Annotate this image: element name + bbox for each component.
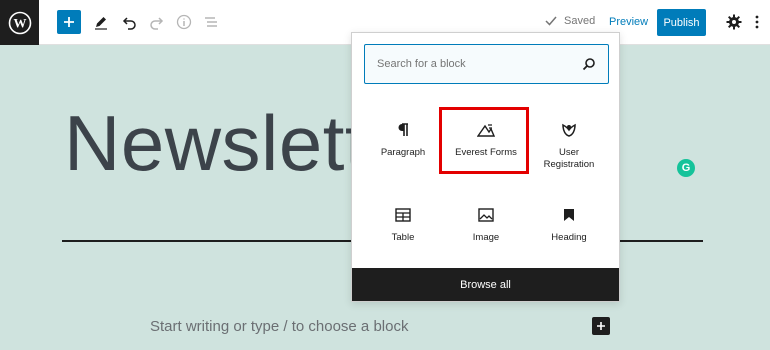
list-view-icon[interactable] [199,10,223,34]
block-table[interactable]: Table [360,198,446,260]
settings-gear-icon[interactable] [722,10,746,34]
block-image[interactable]: Image [443,198,529,260]
block-inserter-popover: Paragraph Everest Forms User Registratio… [351,32,620,302]
grammarly-icon[interactable]: G [677,159,695,177]
user-registration-icon [561,119,577,141]
svg-text:W: W [13,15,26,30]
add-block-button[interactable] [57,10,81,34]
publish-button[interactable]: Publish [657,9,706,36]
block-heading[interactable]: Heading [526,198,612,260]
block-user-registration[interactable]: User Registration [526,113,612,175]
edit-tool-icon[interactable] [89,10,113,34]
undo-icon[interactable] [117,10,141,34]
block-appender-placeholder[interactable]: Start writing or type / to choose a bloc… [150,318,408,335]
info-icon[interactable] [172,10,196,34]
block-label: Paragraph [380,147,426,158]
block-search-field[interactable] [364,44,609,84]
table-icon [395,204,411,226]
check-icon [545,16,557,26]
everest-forms-highlight [439,107,529,174]
heading-icon [563,204,575,226]
block-label: Image [472,232,500,243]
block-label: Table [391,232,415,243]
paragraph-icon [396,119,410,141]
block-search-input[interactable] [377,58,567,70]
browse-all-button[interactable]: Browse all [352,268,619,301]
preview-button[interactable]: Preview [609,16,648,28]
image-icon [478,204,494,226]
block-label: Heading [551,232,587,243]
search-icon [582,58,595,71]
saved-status: Saved [544,14,595,28]
wordpress-logo-icon[interactable]: W [0,0,39,45]
redo-icon[interactable] [145,10,169,34]
saved-label: Saved [564,15,596,27]
block-label: User Registration [543,147,595,170]
more-options-icon[interactable] [749,10,765,34]
block-paragraph[interactable]: Paragraph [360,113,446,175]
inline-add-block-button[interactable] [592,317,610,335]
